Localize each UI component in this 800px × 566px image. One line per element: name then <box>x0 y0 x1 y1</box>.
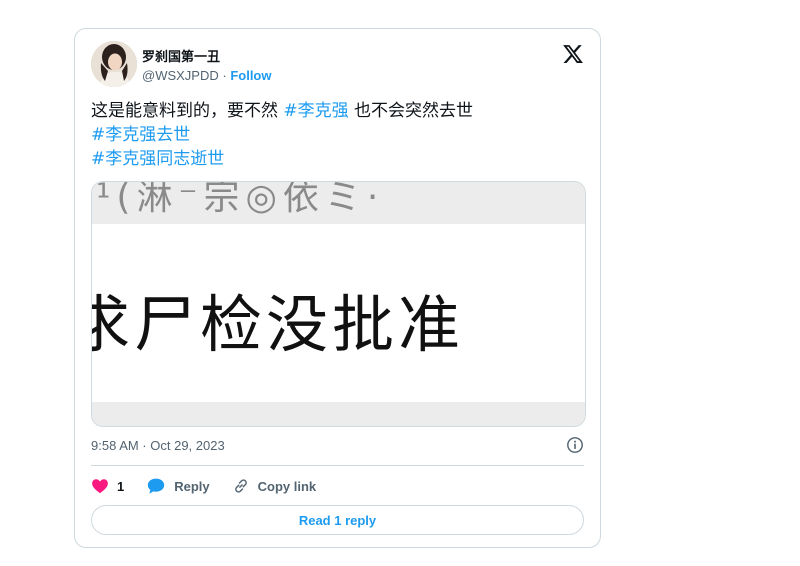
tweet-card: 罗刹国第一丑 @WSXJPDD · Follow 这是能意料到的，要不然 #李克… <box>74 28 601 548</box>
hashtag-link[interactable]: #李克强去世 <box>91 123 586 147</box>
reply-label: Reply <box>174 478 210 494</box>
like-button[interactable]: 1 <box>91 477 124 495</box>
like-count: 1 <box>117 478 125 494</box>
reply-bubble-icon <box>148 478 165 494</box>
media-top-strip: ¹(淋⁻宗◎依ミ· <box>92 182 585 224</box>
media-top-text: ¹(淋⁻宗◎依ミ· <box>96 182 385 218</box>
media-bottom-strip <box>92 402 585 426</box>
divider <box>91 465 584 466</box>
media-main-text: 求尸检没批准 <box>91 288 465 361</box>
action-bar: 1 Reply Copy link <box>91 475 338 497</box>
hashtag-link[interactable]: #李克强同志逝世 <box>91 147 586 171</box>
tweet-text-before: 这是能意料到的，要不然 <box>91 101 284 121</box>
author-display-name[interactable]: 罗刹国第一丑 <box>142 46 220 65</box>
avatar[interactable] <box>91 41 137 87</box>
tweet-text-after: 也不会突然去世 <box>348 101 474 121</box>
copy-link-button[interactable]: Copy link <box>232 477 317 495</box>
handle-separator: · <box>218 68 231 83</box>
tweet-line-1: 这是能意料到的，要不然 #李克强 也不会突然去世 <box>91 99 586 123</box>
copy-link-label: Copy link <box>257 478 317 494</box>
info-icon[interactable] <box>566 436 584 454</box>
author-handle[interactable]: @WSXJPDD <box>142 68 219 83</box>
read-replies-button[interactable]: Read 1 reply <box>91 505 584 535</box>
heart-icon <box>92 479 108 494</box>
tweet-text: 这是能意料到的，要不然 #李克强 也不会突然去世 #李克强去世 #李克强同志逝世 <box>91 99 586 171</box>
follow-button[interactable]: Follow <box>230 68 271 83</box>
author-handle-line: @WSXJPDD · Follow <box>142 68 272 83</box>
link-icon <box>234 479 247 493</box>
avatar-image <box>91 41 137 87</box>
tweet-media-image[interactable]: ¹(淋⁻宗◎依ミ· 求尸检没批准 <box>91 181 586 427</box>
hashtag-link[interactable]: #李克强 <box>283 101 348 121</box>
reply-button[interactable]: Reply <box>146 477 210 495</box>
tweet-timestamp[interactable]: 9:58 AM · Oct 29, 2023 <box>91 438 225 453</box>
x-logo-icon[interactable] <box>562 43 584 65</box>
